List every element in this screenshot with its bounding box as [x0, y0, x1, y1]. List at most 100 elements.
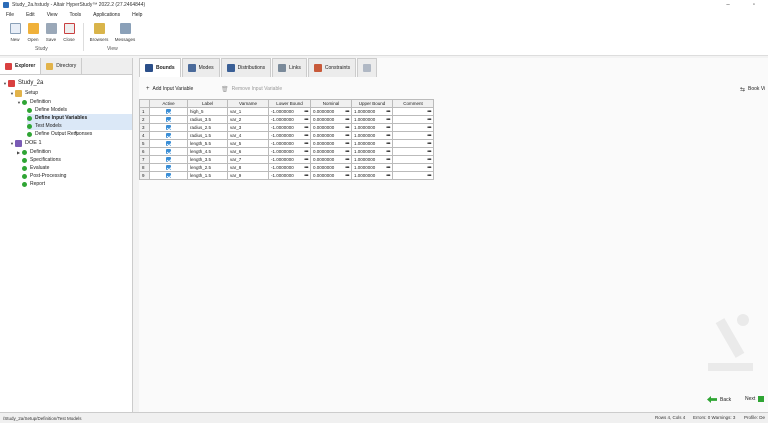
table-row[interactable]: 3 radius_2.5 var_3 -1.0000000 ••• 0.0000000 ••…: [139, 123, 434, 132]
tree-item-report[interactable]: Report: [22, 180, 130, 188]
nominal-cell[interactable]: 0.0000000 •••: [310, 107, 352, 116]
label-cell[interactable]: length_4.5: [187, 147, 228, 156]
new-button[interactable]: New: [6, 23, 24, 42]
ellipsis-icon[interactable]: •••: [304, 109, 308, 115]
active-checkbox[interactable]: [149, 171, 188, 180]
ellipsis-icon[interactable]: •••: [386, 117, 390, 123]
tree-item-post-processing[interactable]: Post-Processing: [22, 172, 130, 180]
ellipsis-icon[interactable]: •••: [304, 149, 308, 155]
menu-file[interactable]: File: [6, 12, 14, 18]
nominal-cell[interactable]: 0.0000000 •••: [310, 147, 352, 156]
column-header[interactable]: Varname: [227, 99, 269, 108]
table-row[interactable]: 8 length_2.5 var_8 -1.0000000 ••• 0.0000000 ••…: [139, 163, 434, 172]
open-button[interactable]: Open: [24, 23, 42, 42]
upper-bound-cell[interactable]: 1.0000000 •••: [351, 131, 393, 140]
ellipsis-icon[interactable]: •••: [386, 157, 390, 163]
label-cell[interactable]: length_2.5: [187, 163, 228, 172]
add-input-variable-button[interactable]: + Add Input Variable: [146, 84, 193, 94]
checkbox-checked-icon[interactable]: [166, 165, 171, 171]
menu-view[interactable]: View: [47, 12, 58, 18]
ellipsis-icon[interactable]: •••: [386, 173, 390, 179]
tab-bounds[interactable]: Bounds: [139, 58, 181, 77]
lower-bound-cell[interactable]: -1.0000000 •••: [268, 131, 311, 140]
table-row[interactable]: 1 high_5 var_1 -1.0000000 ••• 0.0000000 ••• 1.0…: [139, 107, 434, 116]
tab-explorer[interactable]: Explorer: [0, 58, 42, 74]
ellipsis-icon[interactable]: •••: [427, 141, 431, 147]
menu-tools[interactable]: Tools: [69, 12, 81, 18]
lower-bound-cell[interactable]: -1.0000000 •••: [268, 115, 311, 124]
column-header[interactable]: Nominal: [310, 99, 352, 108]
ellipsis-icon[interactable]: •••: [427, 173, 431, 179]
column-header[interactable]: Comment: [392, 99, 434, 108]
nominal-cell[interactable]: 0.0000000 •••: [310, 123, 352, 132]
active-checkbox[interactable]: [149, 115, 188, 124]
upper-bound-cell[interactable]: 1.0000000 •••: [351, 147, 393, 156]
active-checkbox[interactable]: [149, 139, 188, 148]
tab-distributions[interactable]: Distributions: [220, 58, 272, 77]
active-checkbox[interactable]: [149, 123, 188, 132]
tab-directory[interactable]: Directory: [41, 58, 83, 74]
lower-bound-cell[interactable]: -1.0000000 •••: [268, 123, 311, 132]
checkbox-checked-icon[interactable]: [166, 117, 171, 123]
comment-cell[interactable]: •••: [392, 155, 434, 164]
ellipsis-icon[interactable]: •••: [386, 125, 390, 131]
label-cell[interactable]: length_1.5: [187, 171, 228, 180]
table-row[interactable]: 9 length_1.5 var_9 -1.0000000 ••• 0.0000000 ••…: [139, 171, 434, 180]
tree-item-specifications[interactable]: Specifications: [22, 156, 130, 164]
nominal-cell[interactable]: 0.0000000 •••: [310, 131, 352, 140]
maximize-icon[interactable]: ▫: [748, 0, 760, 10]
upper-bound-cell[interactable]: 1.0000000 •••: [351, 171, 393, 180]
upper-bound-cell[interactable]: 1.0000000 •••: [351, 139, 393, 148]
ellipsis-icon[interactable]: •••: [386, 109, 390, 115]
ellipsis-icon[interactable]: •••: [345, 125, 349, 131]
save-button[interactable]: Save: [42, 23, 60, 42]
tree-item-define-models[interactable]: Define Models: [27, 106, 130, 114]
varname-cell[interactable]: var_2: [227, 115, 269, 124]
comment-cell[interactable]: •••: [392, 115, 434, 124]
column-header[interactable]: Upper Bound: [351, 99, 393, 108]
ellipsis-icon[interactable]: •••: [427, 165, 431, 171]
comment-cell[interactable]: •••: [392, 107, 434, 116]
active-checkbox[interactable]: [149, 147, 188, 156]
varname-cell[interactable]: var_3: [227, 123, 269, 132]
checkbox-checked-icon[interactable]: [166, 157, 171, 163]
upper-bound-cell[interactable]: 1.0000000 •••: [351, 115, 393, 124]
lower-bound-cell[interactable]: -1.0000000 •••: [268, 171, 311, 180]
ellipsis-icon[interactable]: •••: [304, 125, 308, 131]
column-header[interactable]: Lower Bound: [268, 99, 311, 108]
active-checkbox[interactable]: [149, 131, 188, 140]
comment-cell[interactable]: •••: [392, 123, 434, 132]
tree-item-doe-1[interactable]: ▼ DOE 1: [10, 139, 130, 147]
nominal-cell[interactable]: 0.0000000 •••: [310, 171, 352, 180]
menu-edit[interactable]: Edit: [26, 12, 35, 18]
table-row[interactable]: 4 radius_1.5 var_4 -1.0000000 ••• 0.0000000 ••…: [139, 131, 434, 140]
next-button[interactable]: Next: [745, 396, 765, 402]
ellipsis-icon[interactable]: •••: [386, 133, 390, 139]
ellipsis-icon[interactable]: •••: [427, 149, 431, 155]
tree-item-setup[interactable]: ▼ Setup: [10, 89, 130, 97]
label-cell[interactable]: radius_1.5: [187, 131, 228, 140]
ellipsis-icon[interactable]: •••: [304, 173, 308, 179]
ellipsis-icon[interactable]: •••: [345, 133, 349, 139]
label-cell[interactable]: radius_2.5: [187, 123, 228, 132]
active-checkbox[interactable]: [149, 107, 188, 116]
ellipsis-icon[interactable]: •••: [304, 165, 308, 171]
ellipsis-icon[interactable]: •••: [345, 173, 349, 179]
close-study-button[interactable]: Close: [60, 23, 78, 42]
lower-bound-cell[interactable]: -1.0000000 •••: [268, 139, 311, 148]
comment-cell[interactable]: •••: [392, 131, 434, 140]
column-header[interactable]: Label: [187, 99, 228, 108]
lower-bound-cell[interactable]: -1.0000000 •••: [268, 163, 311, 172]
remove-input-variable-button[interactable]: 🗑 Remove Input Variable: [221, 84, 282, 94]
tab-links[interactable]: Links: [272, 58, 307, 77]
back-button[interactable]: Back: [707, 396, 731, 403]
comment-cell[interactable]: •••: [392, 163, 434, 172]
tree-item-definition[interactable]: ▼ Definition: [17, 98, 130, 106]
messages-button[interactable]: Messages: [115, 23, 135, 42]
checkbox-checked-icon[interactable]: [166, 173, 171, 179]
ellipsis-icon[interactable]: •••: [345, 165, 349, 171]
nominal-cell[interactable]: 0.0000000 •••: [310, 139, 352, 148]
menu-help[interactable]: Help: [132, 12, 142, 18]
varname-cell[interactable]: var_1: [227, 107, 269, 116]
active-checkbox[interactable]: [149, 155, 188, 164]
